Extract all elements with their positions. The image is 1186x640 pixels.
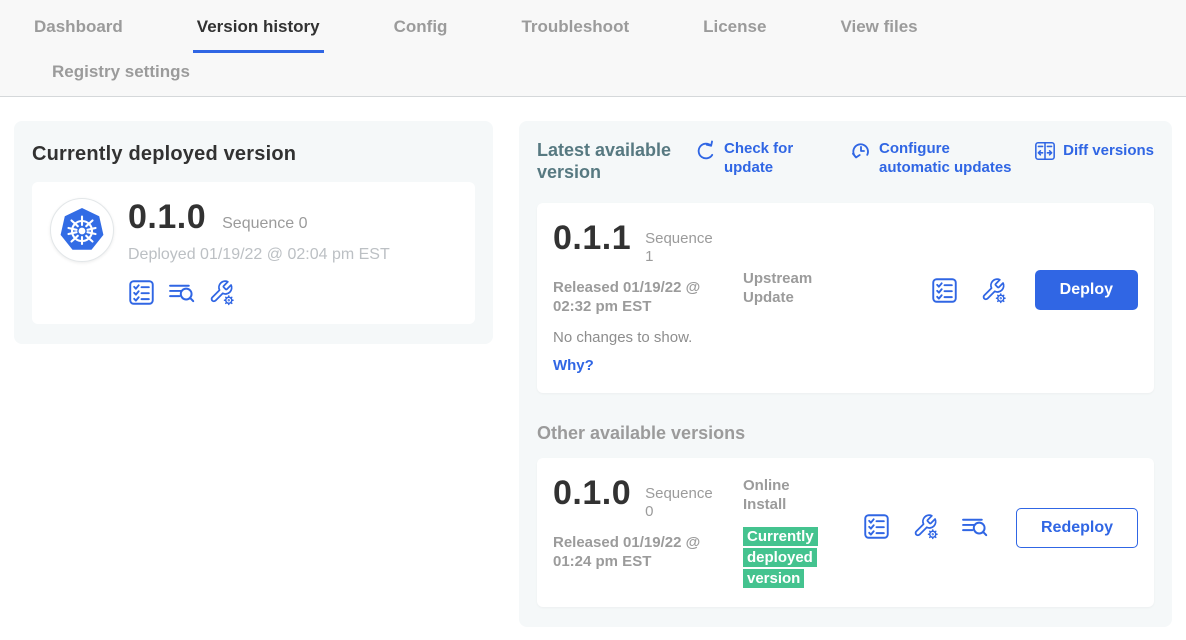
- other-version-info: 0.1.0 Sequence 0 Released 01/19/22 @ 01:…: [553, 476, 743, 589]
- currently-deployed-badge-wrap: Currently deployed version: [743, 526, 817, 589]
- nav-tabs-row: Dashboard Version history Config Trouble…: [30, 0, 1186, 53]
- deploy-button-wrap: Deploy: [1035, 221, 1138, 375]
- other-available-versions-title: Other available versions: [537, 423, 1154, 444]
- check-for-update-label: Check for update: [724, 139, 804, 177]
- latest-sequence-label: Sequence 1: [645, 230, 719, 266]
- no-changes-text: No changes to show.: [553, 329, 743, 346]
- deployed-sequence-label: Sequence 0: [222, 215, 307, 233]
- currently-deployed-title: Currently deployed version: [32, 143, 475, 166]
- latest-version-number: 0.1.1: [553, 221, 631, 255]
- top-nav: Dashboard Version history Config Trouble…: [0, 0, 1186, 97]
- deployed-timestamp: Deployed 01/19/22 @ 02:04 pm EST: [128, 246, 390, 264]
- app-logo: [50, 198, 114, 262]
- diff-versions-link[interactable]: Diff versions: [1034, 139, 1154, 162]
- available-header: Latest available version Check for updat…: [537, 139, 1154, 183]
- why-link[interactable]: Why?: [553, 357, 594, 374]
- preflight-checklist-icon[interactable]: [863, 513, 890, 540]
- deploy-logs-icon[interactable]: [961, 513, 988, 540]
- refresh-icon: [695, 140, 717, 162]
- deployed-version-card: 0.1.0 Sequence 0 Deployed 01/19/22 @ 02:…: [32, 182, 475, 324]
- other-version-card: 0.1.0 Sequence 0 Released 01/19/22 @ 01:…: [537, 458, 1154, 607]
- kubernetes-logo-icon: [58, 206, 106, 254]
- deployed-version-number: 0.1.0: [128, 200, 206, 234]
- tab-view-files[interactable]: View files: [836, 14, 921, 50]
- latest-version-actions: [931, 221, 1007, 375]
- other-version-number: 0.1.0: [553, 476, 631, 510]
- latest-version-info: 0.1.1 Sequence 1 Released 01/19/22 @ 02:…: [553, 221, 743, 375]
- latest-released-timestamp: Released 01/19/22 @ 02:32 pm EST: [553, 278, 725, 316]
- header-actions: Check for update Configure automatic upd…: [695, 139, 1154, 177]
- other-source-column: Online Install Currently deployed versio…: [743, 476, 863, 589]
- check-for-update-link[interactable]: Check for update: [695, 139, 804, 177]
- latest-source-column: Upstream Update: [743, 221, 863, 375]
- other-source-label: Online Install: [743, 476, 833, 514]
- tab-version-history[interactable]: Version history: [193, 14, 324, 53]
- deploy-button[interactable]: Deploy: [1035, 270, 1138, 310]
- main-content: Currently deployed version 0.1.0 Sequenc…: [0, 97, 1186, 627]
- deploy-logs-icon[interactable]: [168, 279, 195, 306]
- latest-available-title: Latest available version: [537, 139, 687, 183]
- preflight-checklist-icon[interactable]: [128, 279, 155, 306]
- other-released-timestamp: Released 01/19/22 @ 01:24 pm EST: [553, 533, 725, 571]
- preflight-checklist-icon[interactable]: [931, 277, 958, 304]
- view-config-icon[interactable]: [980, 277, 1007, 304]
- latest-version-card: 0.1.1 Sequence 1 Released 01/19/22 @ 02:…: [537, 203, 1154, 393]
- other-version-actions: [863, 476, 988, 589]
- tab-troubleshoot[interactable]: Troubleshoot: [517, 14, 633, 50]
- redeploy-button[interactable]: Redeploy: [1016, 508, 1138, 548]
- tab-config[interactable]: Config: [390, 14, 452, 50]
- available-versions-panel: Latest available version Check for updat…: [519, 121, 1172, 627]
- currently-deployed-badge: Currently deployed version: [743, 527, 818, 588]
- deployed-actions: [128, 279, 390, 306]
- deployed-version-info: 0.1.0 Sequence 0 Deployed 01/19/22 @ 02:…: [128, 198, 390, 306]
- configure-automatic-updates-link[interactable]: Configure automatic updates: [850, 139, 1019, 177]
- tab-registry-settings[interactable]: Registry settings: [48, 59, 194, 92]
- view-config-icon[interactable]: [208, 279, 235, 306]
- configure-automatic-updates-label: Configure automatic updates: [879, 139, 1019, 177]
- nav-tabs-row-2: Registry settings: [30, 59, 1186, 92]
- redeploy-button-wrap: Redeploy: [1016, 476, 1138, 589]
- latest-source-label: Upstream Update: [743, 269, 833, 307]
- diff-versions-label: Diff versions: [1063, 141, 1154, 160]
- schedule-icon: [850, 140, 872, 162]
- view-config-icon[interactable]: [912, 513, 939, 540]
- currently-deployed-panel: Currently deployed version 0.1.0 Sequenc…: [14, 121, 493, 344]
- other-sequence-label: Sequence 0: [645, 485, 719, 521]
- tab-dashboard[interactable]: Dashboard: [30, 14, 127, 50]
- diff-icon: [1034, 140, 1056, 162]
- tab-license[interactable]: License: [699, 14, 770, 50]
